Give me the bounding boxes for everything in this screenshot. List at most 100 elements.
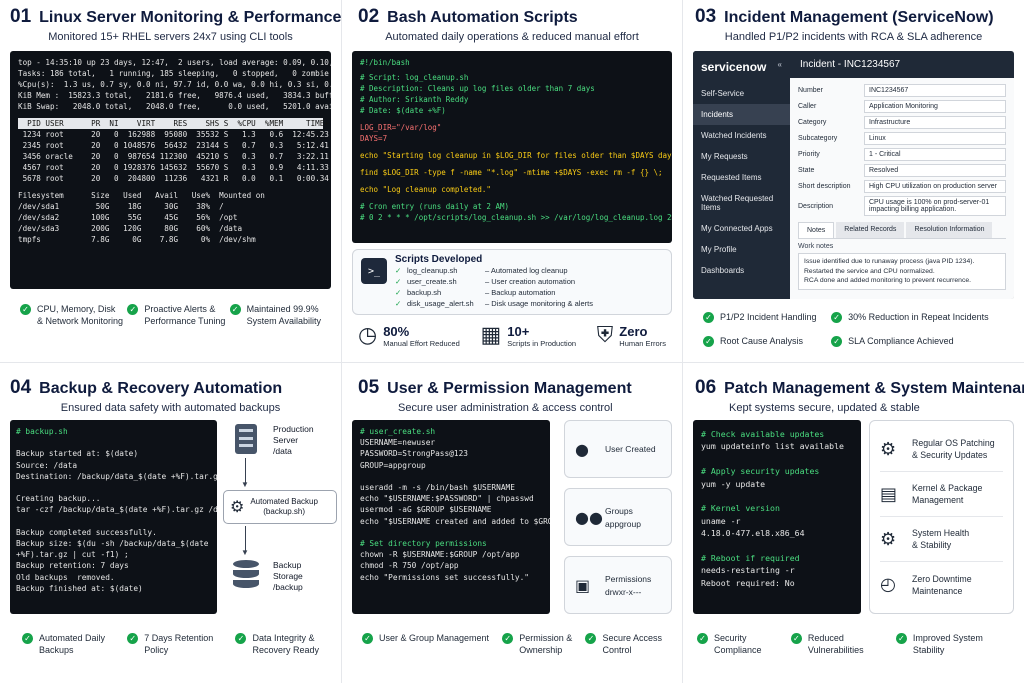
group-icon: ●● [575,507,603,527]
check-icon: ✓ [502,633,514,644]
code-line: find $LOG_DIR -type f -name "*.log" -mti… [360,168,663,177]
field-value[interactable]: Infrastructure [864,116,1006,129]
feature-item: ✓ Automated Daily Backups [22,632,105,656]
form-field: State Resolved [798,164,1006,177]
check-icon: ✓ [831,336,843,347]
sidebar-collapse-icon[interactable]: « [778,60,782,74]
check-icon: ✓ [20,304,31,315]
feature-label: 30% Reduction in Repeat Incidents [848,312,989,322]
production-server-label: Production Server /data [273,424,314,456]
check-icon: ✓ [703,312,714,323]
panel-subtitle: Ensured data safety with automated backu… [60,402,281,414]
nav-item[interactable]: Dashboards [693,260,790,281]
feature-label: Automated Daily Backups [39,633,106,655]
stat-item: ▦ 10+ Scripts in Production [480,323,576,348]
feature-label: User & Group Management [379,633,490,643]
code-line: useradd -m -s /bin/bash $USERNAME [360,483,515,493]
panel-number: 03 [695,6,717,27]
field-value[interactable]: Linux [864,132,1006,145]
code-line: #!/bin/bash [360,58,410,67]
feature-item: ✓ Data Integrity & Recovery Ready [235,632,319,656]
script-editor: #!/bin/bash # Script: log_cleanup.sh # D… [352,51,672,243]
feature-item: ✓ Maintained 99.9% System Availability [229,303,321,327]
panel-subtitle: Secure user administration & access cont… [398,402,613,414]
card-value: appgroup [605,518,641,529]
nav-item[interactable]: Self-Service [693,83,790,104]
nav-item[interactable]: My Connected Apps [693,218,790,239]
field-value[interactable]: Resolved [864,164,1006,177]
check-icon: ✓ [831,312,843,323]
feature-list: ✓ P1/P2 Incident Handling ✓ 30% Reduction i… [693,311,1014,347]
field-value[interactable]: INC1234567 [864,84,1006,97]
servicenow-sidebar: servicenow « Self-Service Incidents Watched… [693,51,790,299]
maintenance-label: System Health & Stability [912,528,970,550]
field-label: Number [798,87,823,94]
user-summary-cards: ● User Created ●● Groups appgroup ▣ Permission… [564,420,672,614]
form-tab[interactable]: Related Records [836,222,905,238]
panel-title-text: Bash Automation Scripts [387,9,578,26]
code-line: # Check available updates [701,429,825,439]
code-line: echo "Log cleanup completed." [360,185,491,194]
script-name: backup.sh [407,288,442,297]
maintenance-label: Regular OS Patching & Security Updates [912,438,995,460]
code-line: # Script: log_cleanup.sh [360,73,469,82]
code-line: Backup finished at: $(date) [16,583,143,593]
form-field: Subcategory Linux [798,132,1006,145]
stopwatch-icon: ◴ [880,574,896,595]
disk-usage-table: Filesystem Size Used Avail Use% Mounted … [18,190,323,245]
lock-icon: ▣ [575,575,591,595]
panel-bash-automation: 02 Bash Automation Scripts Automated dail… [342,0,682,362]
code-line: Backup completed successfully. [16,527,157,537]
field-value[interactable]: CPU usage is 100% on prod-server-01 impa… [864,196,1006,216]
code-line: yum updateinfo list available [701,441,844,452]
field-value[interactable]: 1 - Critical [864,148,1006,161]
nav-item[interactable]: Watched Requested Items [693,188,790,218]
script-name: user_create.sh [407,277,457,286]
code-line: chown -R $USERNAME:$GROUP /opt/app [360,550,520,560]
feature-item: ✓ 7 Days Retention Policy [127,632,213,656]
code-line: Backup size: $(du -sh /backup/data_$(dat… [16,539,209,549]
feature-label: Permission & Ownership [519,633,573,655]
panel-linux-monitoring: 01 Linux Server Monitoring & Performance … [0,0,341,362]
patch-terminal: # Check available updates yum updateinfo … [693,420,861,614]
script-description: – User creation automation [485,277,576,286]
feature-list: ✓ User & Group Management ✓ Permission & Ow… [352,632,672,656]
feature-item: ✓ 30% Reduction in Repeat Incidents [831,311,1004,323]
nav-item[interactable]: My Profile [693,239,790,260]
code-line: Destination: /backup/data_$(date +%F).ta… [16,471,217,481]
form-tab[interactable]: Notes [798,222,835,238]
servicenow-window: servicenow « Self-Service Incidents Watched… [693,51,1014,299]
feature-label: Security Compliance [714,633,762,655]
code-line: Old backups removed. [16,572,115,582]
top-summary: top - 14:35:10 up 23 days, 12:47, 2 user… [18,57,331,112]
stat-label: Human Errors [619,338,666,348]
nav-item[interactable]: Watched Incidents [693,125,790,146]
feature-label: 7 Days Retention Policy [144,633,214,655]
field-value[interactable]: Application Monitoring [864,100,1006,113]
panel-number: 06 [695,377,717,398]
field-value[interactable]: High CPU utilization on production serve… [864,180,1006,193]
check-icon: ✓ [235,633,247,644]
code-line: echo "Permissions set successfully." [360,572,529,582]
top-line: Tasks: 186 total, 1 running, 185 sleepin… [18,69,329,78]
form-tab[interactable]: Resolution Information [906,222,993,238]
code-line: # Kernel version [701,503,780,514]
field-label: Category [798,119,827,126]
check-icon: ✓ [895,633,907,644]
stat-item: ⛨ Zero Human Errors [597,323,666,348]
code-line: # Cron entry (runs daily at 2 AM) [360,202,510,211]
disk-row: tmpfs 7.8G 0G 7.8G 0% /dev/shm [18,235,256,244]
nav-item[interactable]: Requested Items [693,167,790,188]
nav-item[interactable]: Incidents [693,104,790,125]
script-item: ✓ disk_usage_alert.sh – Disk usage monitor… [395,298,663,309]
nav-item[interactable]: My Requests [693,146,790,167]
maintenance-item: ⚙ System Health & Stability [880,517,1003,562]
code-line: echo "$USERNAME created and added to $GR… [360,516,550,526]
work-notes-field[interactable]: Issue identified due to runaway process … [798,253,1006,290]
code-line: PASSWORD=StrongPass@123 [360,449,468,459]
panel-backup-recovery: 04 Backup & Recovery Automation Ensured d… [0,363,341,683]
feature-item: ✓ CPU, Memory, Disk & Network Monitoring [20,303,123,327]
servicenow-logo: servicenow « [693,51,790,83]
process-row: 3456 oracle 20 0 987654 112300 45210 S 0… [22,152,329,161]
panel-subtitle: Automated daily operations & reduced man… [385,31,639,43]
